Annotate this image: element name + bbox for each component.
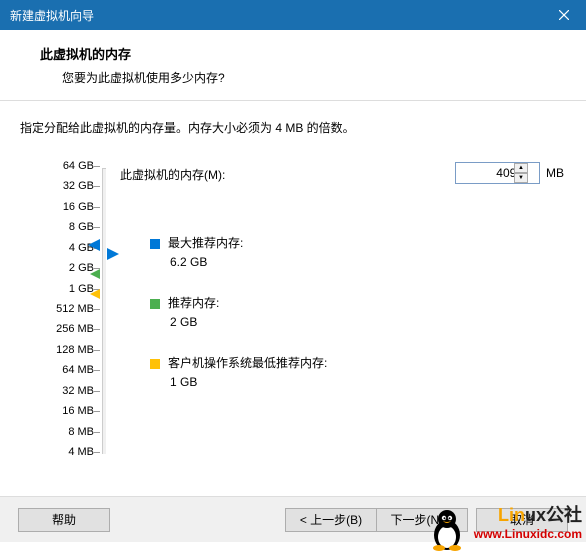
slider-tick — [94, 411, 100, 412]
marker-recommended-icon — [90, 269, 100, 279]
help-button[interactable]: 帮助 — [18, 508, 110, 532]
memory-unit: MB — [546, 166, 564, 180]
min-recommended-label: 客户机操作系统最低推荐内存: — [168, 356, 327, 370]
close-button[interactable] — [541, 0, 586, 30]
min-recommended-value: 1 GB — [150, 373, 327, 392]
slider-tick-label: 64 GB — [34, 160, 94, 172]
slider-tick-label: 4 GB — [34, 242, 94, 254]
recommended-value: 2 GB — [150, 313, 219, 332]
page-subtitle: 您要为此虚拟机使用多少内存? — [40, 69, 566, 86]
wizard-footer: 帮助 < 上一步(B) 下一步(N) > 取消 — [0, 496, 586, 542]
square-blue-icon — [150, 239, 160, 249]
slider-tick — [94, 391, 100, 392]
slider-tick — [94, 227, 100, 228]
marker-min-icon — [90, 289, 100, 299]
slider-tick-label: 32 GB — [34, 180, 94, 192]
next-button[interactable]: 下一步(N) > — [376, 508, 468, 532]
slider-tick-label: 8 GB — [34, 221, 94, 233]
slider-tick — [94, 432, 100, 433]
recommended-label: 推荐内存: — [168, 296, 219, 310]
recommended-block: 推荐内存: 2 GB — [150, 294, 219, 332]
slider-tick — [94, 329, 100, 330]
back-button[interactable]: < 上一步(B) — [285, 508, 377, 532]
wizard-header: 此虚拟机的内存 您要为此虚拟机使用多少内存? — [0, 30, 586, 101]
max-recommended-label: 最大推荐内存: — [168, 236, 243, 250]
square-yellow-icon — [150, 359, 160, 369]
memory-spinner[interactable]: ▲ ▼ — [514, 163, 528, 183]
slider-thumb-icon[interactable] — [107, 248, 119, 260]
instruction-text: 指定分配给此虚拟机的内存量。内存大小必须为 4 MB 的倍数。 — [20, 119, 566, 136]
slider-tick-label: 1 GB — [34, 283, 94, 295]
memory-label: 此虚拟机的内存(M): — [120, 166, 225, 183]
slider-tick-label: 8 MB — [34, 426, 94, 438]
slider-tick-label: 2 GB — [34, 262, 94, 274]
slider-tick — [94, 207, 100, 208]
slider-tick-label: 4 MB — [34, 446, 94, 458]
slider-tick — [94, 452, 100, 453]
slider-tick — [94, 350, 100, 351]
min-recommended-block: 客户机操作系统最低推荐内存: 1 GB — [150, 354, 327, 392]
slider-track — [102, 168, 106, 454]
spinner-up-icon[interactable]: ▲ — [514, 163, 528, 173]
slider-tick-label: 64 MB — [34, 364, 94, 376]
square-green-icon — [150, 299, 160, 309]
slider-tick — [94, 370, 100, 371]
slider-tick-label: 512 MB — [34, 303, 94, 315]
max-recommended-block: 最大推荐内存: 6.2 GB — [150, 234, 243, 272]
slider-tick-label: 16 MB — [34, 405, 94, 417]
memory-slider[interactable]: 64 GB32 GB16 GB8 GB4 GB2 GB1 GB512 MB256… — [20, 166, 120, 466]
close-icon — [559, 10, 569, 20]
slider-tick — [94, 166, 100, 167]
content-area: 指定分配给此虚拟机的内存量。内存大小必须为 4 MB 的倍数。 64 GB 32 … — [0, 101, 586, 496]
max-recommended-value: 6.2 GB — [150, 253, 243, 272]
spinner-down-icon[interactable]: ▼ — [514, 173, 528, 183]
slider-tick-label: 16 GB — [34, 201, 94, 213]
slider-tick-label: 256 MB — [34, 323, 94, 335]
slider-tick-label: 32 MB — [34, 385, 94, 397]
memory-input-group: ▲ ▼ MB — [455, 162, 564, 184]
cancel-button[interactable]: 取消 — [476, 508, 568, 532]
page-title: 此虚拟机的内存 — [40, 44, 566, 63]
slider-tick-label: 128 MB — [34, 344, 94, 356]
slider-tick — [94, 309, 100, 310]
marker-max-icon — [88, 239, 100, 251]
titlebar: 新建虚拟机向导 — [0, 0, 586, 30]
window-title: 新建虚拟机向导 — [10, 7, 94, 24]
slider-tick — [94, 186, 100, 187]
